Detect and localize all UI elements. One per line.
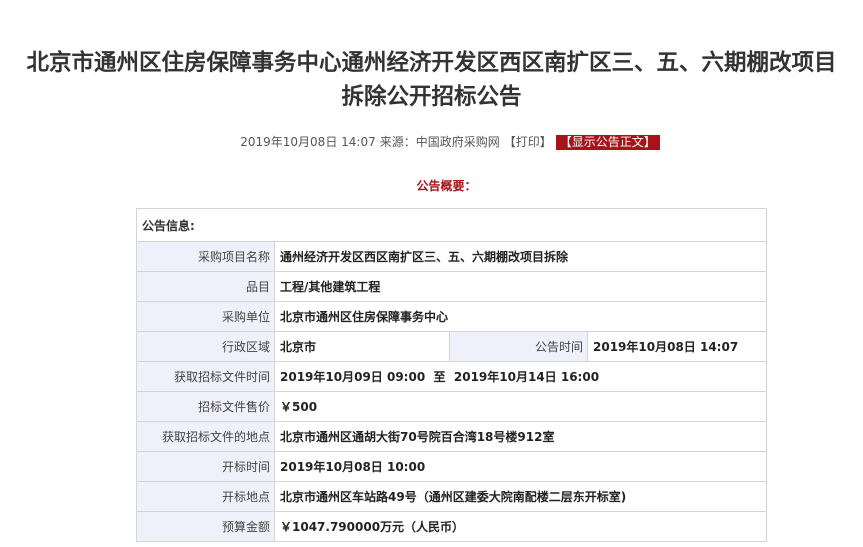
buyer-value: 北京市通州区住房保障事务中心 xyxy=(274,301,767,332)
budget-value: ￥1047.790000万元（人民币） xyxy=(274,511,767,542)
open-time-label: 开标时间 xyxy=(136,451,275,482)
table-row: 开标时间 2019年10月08日 10:00 xyxy=(136,451,767,482)
open-place-label: 开标地点 xyxy=(136,481,275,512)
project-name-label: 采购项目名称 xyxy=(136,241,275,272)
obtain-place-label: 获取招标文件的地点 xyxy=(136,421,275,452)
region-label: 行政区域 xyxy=(136,331,275,362)
doc-price-label: 招标文件售价 xyxy=(136,391,275,422)
publish-datetime: 2019年10月08日 14:07 xyxy=(240,135,376,149)
table-row: 获取招标文件的地点 北京市通州区通胡大街70号院百合湾18号楼912室 xyxy=(136,421,767,452)
category-value: 工程/其他建筑工程 xyxy=(274,271,767,302)
page-title-line2: 拆除公开招标公告 xyxy=(341,84,522,110)
announce-time-label: 公告时间 xyxy=(449,331,588,362)
table-row: 开标地点 北京市通州区车站路49号（通州区建委大院南配楼二层东开标室) xyxy=(136,481,767,512)
obtain-place-value: 北京市通州区通胡大街70号院百合湾18号楼912室 xyxy=(274,421,767,452)
project-name-value: 通州经济开发区西区南扩区三、五、六期棚改项目拆除 xyxy=(274,241,767,272)
table-row: 招标文件售价 ￥500 xyxy=(136,391,767,422)
table-row: 采购单位 北京市通州区住房保障事务中心 xyxy=(136,301,767,332)
page-title-line1: 北京市通州区住房保障事务中心通州经济开发区西区南扩区三、五、六期棚改项目 xyxy=(26,50,837,76)
open-place-value: 北京市通州区车站路49号（通州区建委大院南配楼二层东开标室) xyxy=(274,481,767,512)
table-header-row: 公告信息: xyxy=(136,208,767,242)
table-row: 采购项目名称 通州经济开发区西区南扩区三、五、六期棚改项目拆除 xyxy=(136,241,767,272)
table-row: 品目 工程/其他建筑工程 xyxy=(136,271,767,302)
category-label: 品目 xyxy=(136,271,275,302)
table-row: 行政区域 北京市 公告时间 2019年10月08日 14:07 xyxy=(136,331,767,362)
table-row: 获取招标文件时间 2019年10月09日 09:00 至 2019年10月14日… xyxy=(136,361,767,392)
show-full-text-button[interactable]: 【显示公告正文】 xyxy=(555,135,660,150)
obtain-time-label: 获取招标文件时间 xyxy=(136,361,275,392)
table-row: 预算金额 ￥1047.790000万元（人民币） xyxy=(136,511,767,542)
announcement-info-table: 公告信息: 采购项目名称 通州经济开发区西区南扩区三、五、六期棚改项目拆除 品目… xyxy=(136,208,767,542)
open-time-value: 2019年10月08日 10:00 xyxy=(274,451,767,482)
buyer-label: 采购单位 xyxy=(136,301,275,332)
page-title: 北京市通州区住房保障事务中心通州经济开发区西区南扩区三、五、六期棚改项目 拆除公… xyxy=(0,46,863,114)
doc-price-value: ￥500 xyxy=(274,391,767,422)
overview-heading: 公告概要： xyxy=(416,179,477,193)
region-value: 北京市 xyxy=(274,331,450,362)
print-link[interactable]: 【打印】 xyxy=(504,135,552,149)
table-header: 公告信息: xyxy=(136,208,767,242)
budget-label: 预算金额 xyxy=(136,511,275,542)
source-text: 来源：中国政府采购网 xyxy=(379,135,500,149)
announce-time-value: 2019年10月08日 14:07 xyxy=(587,331,767,362)
meta-bar: 2019年10月08日 14:07 来源：中国政府采购网 【打印】 【显示公告正文】 xyxy=(0,134,863,150)
obtain-time-value: 2019年10月09日 09:00 至 2019年10月14日 16:00 xyxy=(274,361,767,392)
